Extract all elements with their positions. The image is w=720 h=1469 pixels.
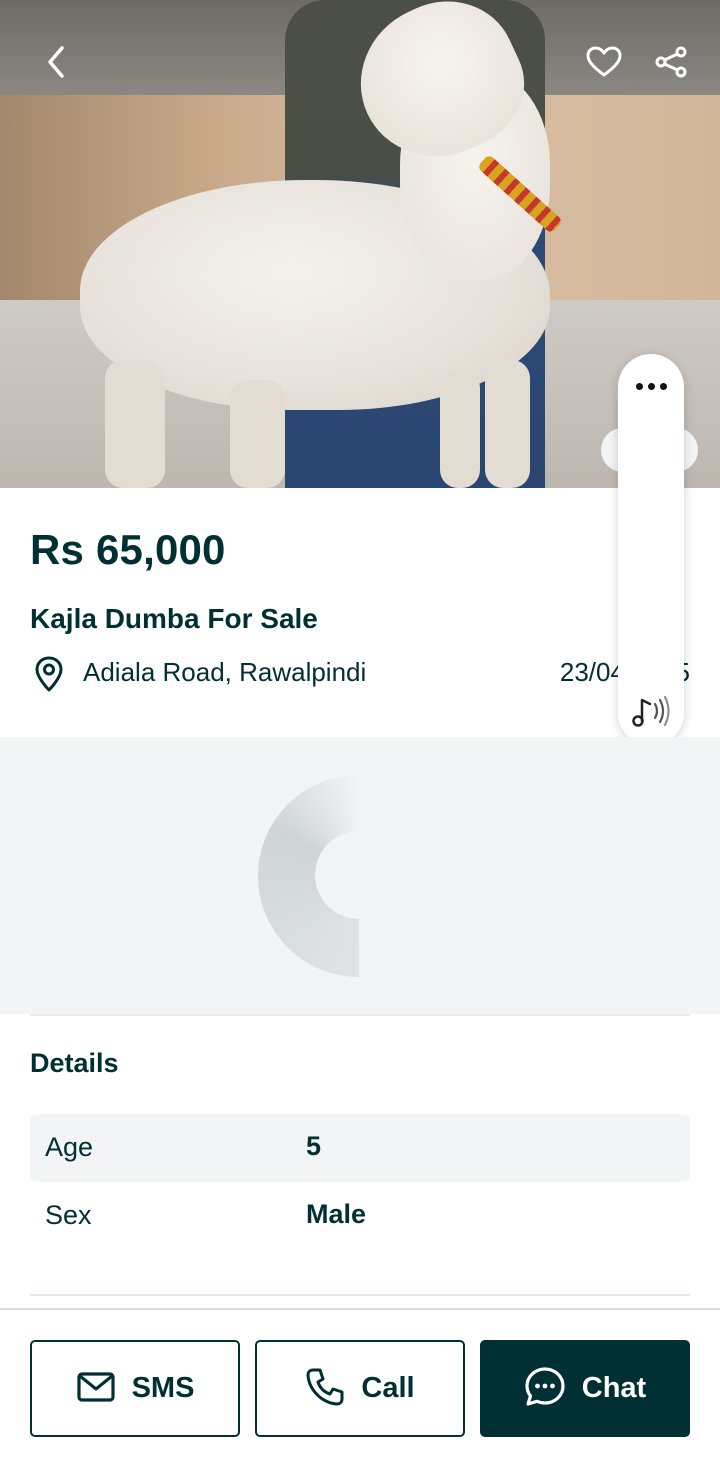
chat-bubble-icon bbox=[524, 1366, 566, 1412]
sms-button[interactable]: SMS bbox=[30, 1340, 240, 1437]
photo-sheep-leg bbox=[485, 360, 530, 488]
divider bbox=[30, 1294, 690, 1296]
floating-widget[interactable] bbox=[618, 354, 684, 746]
detail-key: Age bbox=[45, 1132, 94, 1162]
listing-title: Kajla Dumba For Sale bbox=[30, 603, 318, 634]
detail-value: 5 bbox=[306, 1131, 322, 1161]
share-icon bbox=[654, 46, 688, 78]
photo-sheep-leg bbox=[105, 360, 165, 488]
favorite-button[interactable] bbox=[582, 40, 626, 84]
phone-icon bbox=[305, 1367, 345, 1411]
envelope-icon bbox=[76, 1371, 116, 1407]
photo-sheep-leg bbox=[230, 380, 285, 488]
chat-label: Chat bbox=[581, 1372, 647, 1404]
back-button[interactable] bbox=[34, 40, 78, 84]
detail-value: Male bbox=[306, 1199, 367, 1229]
call-button[interactable]: Call bbox=[255, 1340, 465, 1437]
detail-row-sex: Sex Male bbox=[30, 1182, 690, 1250]
detail-row-age: Age 5 bbox=[30, 1114, 690, 1182]
location-row: Adiala Road, Rawalpindi 23/04/2025 bbox=[30, 654, 690, 694]
map-pin-icon bbox=[32, 656, 66, 696]
details-heading: Details bbox=[30, 1048, 119, 1078]
chat-button[interactable]: Chat bbox=[480, 1340, 690, 1437]
sms-label: SMS bbox=[131, 1372, 195, 1404]
listing-price: Rs 65,000 bbox=[30, 526, 226, 573]
music-sound-icon[interactable] bbox=[631, 694, 671, 734]
more-dots-icon[interactable] bbox=[618, 374, 684, 398]
chevron-left-icon bbox=[42, 44, 70, 80]
spinner-mask bbox=[410, 770, 470, 985]
heart-icon bbox=[586, 46, 622, 78]
call-label: Call bbox=[361, 1372, 415, 1404]
listing-location: Adiala Road, Rawalpindi bbox=[83, 657, 367, 687]
share-button[interactable] bbox=[649, 40, 693, 84]
divider bbox=[30, 1014, 690, 1016]
detail-key: Sex bbox=[45, 1200, 92, 1230]
photo-sheep-leg bbox=[440, 370, 480, 488]
